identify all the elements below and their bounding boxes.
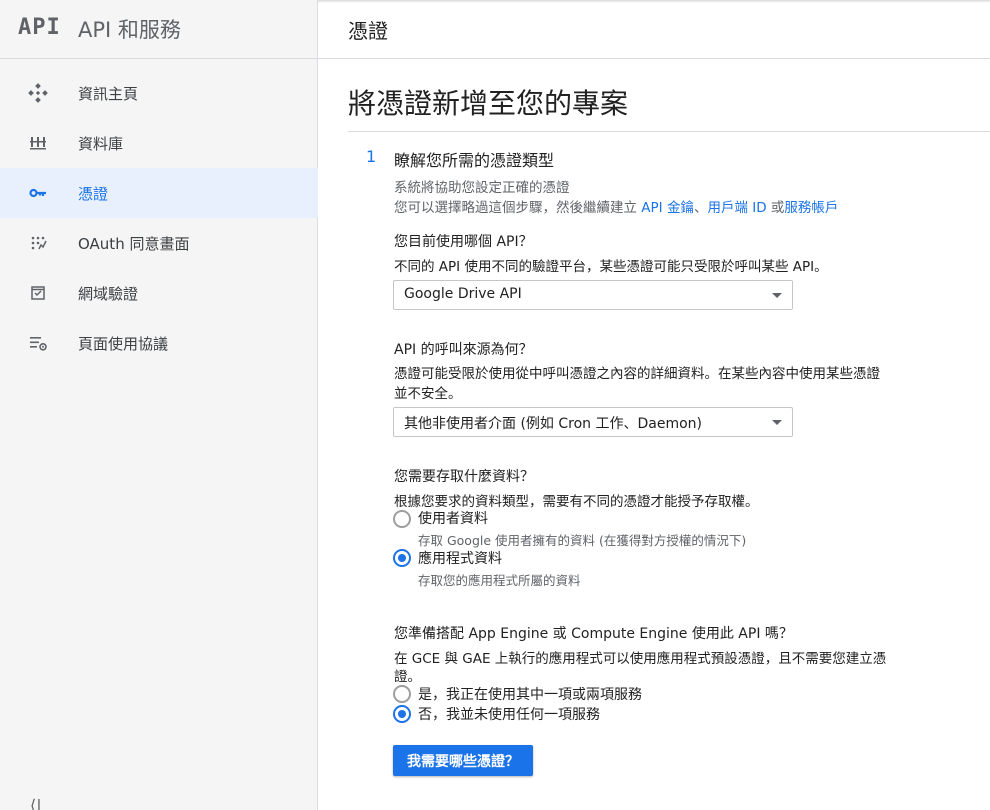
step-title: 瞭解您所需的憑證類型 <box>394 151 555 170</box>
user-data-desc: 存取 Google 使用者擁有的資料 (在獲得對方授權的情況下) <box>418 533 747 548</box>
question-which-api: 您目前使用哪個 API？ <box>394 234 533 250</box>
application-data-radio[interactable] <box>393 549 411 567</box>
sidebar-item-domain-verification[interactable]: 網域驗證 <box>0 268 318 318</box>
dashboard-icon <box>28 83 48 103</box>
sidebar-item-label: OAuth 同意畫面 <box>78 235 190 253</box>
domain-verification-icon <box>31 286 45 300</box>
question-call-source: API 的呼叫來源為何？ <box>394 342 533 358</box>
key-icon <box>29 188 46 198</box>
question-app-engine-help-2: 證。 <box>394 669 421 685</box>
question-which-api-help: 不同的 API 使用不同的驗證平台，某些憑證可能只受限於呼叫某些 API。 <box>394 259 828 275</box>
separator: 或 <box>766 200 785 216</box>
user-data-label[interactable]: 使用者資料 <box>418 508 488 528</box>
yes-using-services-label[interactable]: 是，我正在使用其中一項或兩項服務 <box>418 684 642 704</box>
intro-line-2-prefix: 您可以選擇略過這個步驟，然後繼續建立 <box>394 200 642 216</box>
sidebar-item-label: 資訊主頁 <box>78 85 139 103</box>
sidebar-item-library[interactable]: 資料庫 <box>0 118 318 168</box>
question-data-access: 您需要存取什麼資料？ <box>394 469 534 485</box>
divider <box>348 131 990 132</box>
dropdown-caret-icon <box>772 293 782 298</box>
sidebar-item-label: 憑證 <box>78 185 109 203</box>
sidebar-item-dashboard[interactable]: 資訊主頁 <box>0 68 318 118</box>
api-key-link[interactable]: API 金鑰 <box>641 200 694 216</box>
application-data-label[interactable]: 應用程式資料 <box>418 548 502 568</box>
page-header-title: 憑證 <box>348 19 388 43</box>
api-select[interactable]: Google Drive API <box>393 280 793 310</box>
brand-bar: API API 和服務 <box>0 0 318 59</box>
yes-using-services-radio[interactable] <box>393 685 411 703</box>
sidebar-item-oauth-consent[interactable]: OAuth 同意畫面 <box>0 218 318 268</box>
sidebar-item-page-usage-agreements[interactable]: 頁面使用協議 <box>0 318 318 368</box>
library-icon <box>30 137 46 150</box>
intro-line-1: 系統將協助您設定正確的憑證 <box>394 180 570 196</box>
page-usage-agreements-icon <box>30 337 47 351</box>
sidebar-nav: 資訊主頁 資料庫 憑證 OAuth 同意畫面 網域驗證 頁面使用協議 <box>0 68 318 368</box>
separator: 、 <box>693 200 708 216</box>
dropdown-caret-icon <box>772 420 782 425</box>
sidebar-item-credentials[interactable]: 憑證 <box>0 168 318 218</box>
sidebar: API API 和服務 資訊主頁 資料庫 憑證 OAuth 同意畫面 網域驗證 … <box>0 0 318 810</box>
no-not-using-services-radio[interactable] <box>393 705 411 723</box>
api-select-value: Google Drive API <box>404 286 522 302</box>
user-data-radio[interactable] <box>393 510 411 528</box>
question-app-engine: 您準備搭配 App Engine 或 Compute Engine 使用此 AP… <box>394 626 793 642</box>
collapse-sidebar-icon[interactable]: ⟨| <box>30 796 42 810</box>
which-credentials-button[interactable]: 我需要哪些憑證？ <box>393 745 533 776</box>
api-logo: API <box>18 15 61 40</box>
question-call-source-help-1: 憑證可能受限於使用從中呼叫憑證之內容的詳細資料。在某些內容中使用某些憑證 <box>394 366 880 382</box>
page-title: 將憑證新增至您的專案 <box>348 87 629 120</box>
sidebar-item-label: 頁面使用協議 <box>78 335 169 353</box>
product-title: API 和服務 <box>78 18 181 42</box>
page-header: 憑證 <box>318 0 990 59</box>
call-source-select-value: 其他非使用者介面 (例如 Cron 工作、Daemon) <box>404 416 702 432</box>
service-account-link[interactable]: 服務帳戶 <box>784 200 838 216</box>
question-call-source-help-2: 並不安全。 <box>394 386 462 402</box>
no-not-using-services-label[interactable]: 否，我並未使用任何一項服務 <box>418 704 600 724</box>
sidebar-item-label: 網域驗證 <box>78 285 139 303</box>
step-number: 1 <box>366 147 377 166</box>
intro-line-2: 您可以選擇略過這個步驟，然後繼續建立 API 金鑰、用戶端 ID 或服務帳戶 <box>394 198 838 218</box>
client-id-link[interactable]: 用戶端 ID <box>707 200 766 216</box>
application-data-desc: 存取您的應用程式所屬的資料 <box>418 573 581 588</box>
oauth-consent-icon <box>31 236 47 250</box>
call-source-select[interactable]: 其他非使用者介面 (例如 Cron 工作、Daemon) <box>393 407 793 437</box>
question-app-engine-help-1: 在 GCE 與 GAE 上執行的應用程式可以使用應用程式預設憑證，且不需要您建立… <box>394 651 887 667</box>
sidebar-item-label: 資料庫 <box>78 135 124 153</box>
